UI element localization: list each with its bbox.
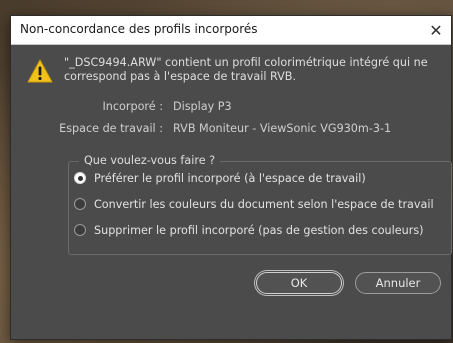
working-space-value: RVB Moniteur - ViewSonic VG930m-3-1 [173,122,392,135]
option-convert-colors[interactable]: Convertir les couleurs du document selon… [74,196,434,212]
radio-prefer-embedded[interactable] [74,172,86,184]
profile-mismatch-dialog: Non-concordance des profils incorporés ✕… [10,15,452,340]
option-prefer-embedded[interactable]: Préférer le profil incorporé (à l'espace… [74,170,366,186]
option-label: Supprimer le profil incorporé (pas de ge… [94,223,424,237]
option-label: Préférer le profil incorporé (à l'espace… [94,171,366,185]
dialog-title: Non-concordance des profils incorporés [20,22,258,36]
embedded-profile-label: Incorporé : [102,100,164,113]
radio-convert-colors[interactable] [74,198,86,210]
option-label: Convertir les couleurs du document selon… [94,197,434,211]
radio-discard-embedded[interactable] [74,224,86,236]
ok-button[interactable]: OK [256,272,342,294]
working-space-label: Espace de travail : [59,122,163,135]
embedded-profile-value: Display P3 [173,100,232,113]
close-icon[interactable]: ✕ [421,16,451,44]
title-bar: Non-concordance des profils incorporés ✕ [11,16,451,45]
cancel-button[interactable]: Annuler [355,272,441,294]
warning-message: "_DSC9494.ARW" contient un profil colori… [64,56,439,84]
warning-icon [27,59,53,83]
option-discard-embedded[interactable]: Supprimer le profil incorporé (pas de ge… [74,222,424,238]
action-group-title: Que voulez-vous faire ? [79,154,221,167]
message-line-2: correspond pas à l'espace de travail RVB… [64,70,297,83]
message-line-1: "_DSC9494.ARW" contient un profil colori… [64,56,428,69]
